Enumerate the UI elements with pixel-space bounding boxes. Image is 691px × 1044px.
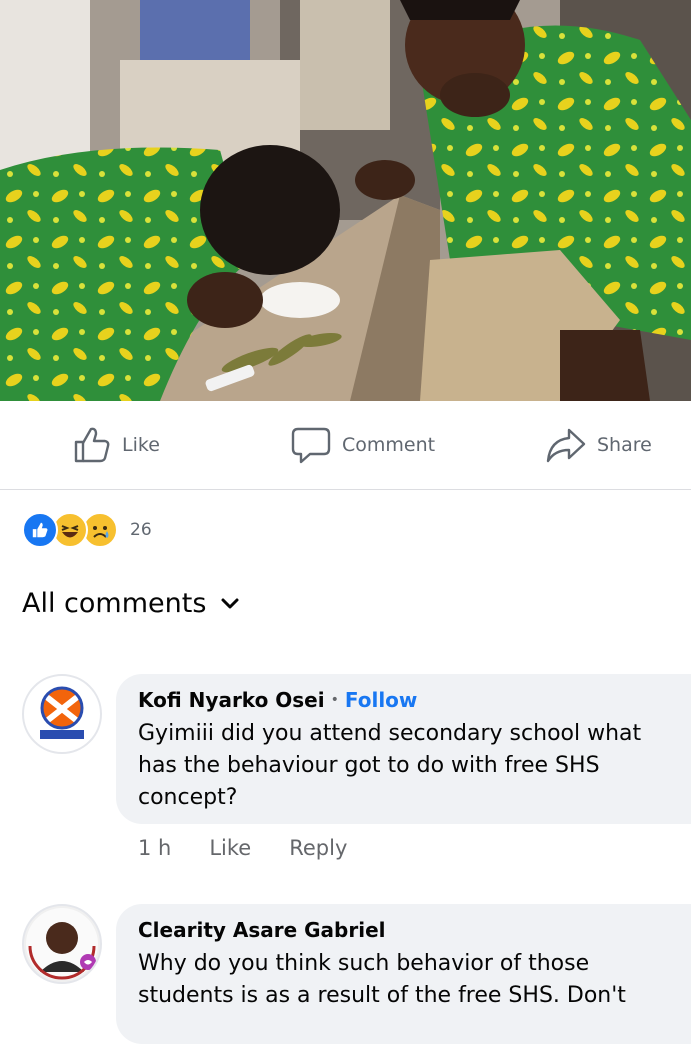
avatar[interactable] [22, 674, 102, 754]
avatar[interactable] [22, 904, 102, 984]
reaction-count: 26 [130, 520, 152, 540]
comment-meta: 1 h Like Reply [138, 836, 347, 860]
profile-photo-icon [26, 908, 98, 980]
share-button[interactable]: Share [545, 401, 652, 489]
comment-line: Why do you think such behavior of those [138, 951, 590, 976]
like-button[interactable]: Like [72, 401, 160, 489]
post-action-bar: Like Comment Share [0, 401, 691, 490]
name-separator: • [330, 692, 339, 708]
nyarko-tv-logo-icon [40, 686, 84, 739]
comment-bubble-icon [291, 427, 331, 464]
comments-filter-label: All comments [22, 588, 207, 619]
chevron-down-icon [221, 598, 239, 608]
comments-filter-dropdown[interactable]: All comments [22, 588, 240, 619]
comment-timestamp: 1 h [138, 836, 172, 860]
comment-bubble: Clearity Asare Gabriel Why do you think … [116, 904, 691, 1044]
comment-line: Gyimiii did you attend secondary school … [138, 721, 642, 746]
comment-bubble: Kofi Nyarko Osei • Follow Gyimiii did yo… [116, 674, 691, 824]
follow-button[interactable]: Follow [345, 688, 418, 712]
comment-line: students is as a result of the free SHS.… [138, 983, 626, 1008]
post-photo-illustration [0, 0, 691, 401]
comment-button[interactable]: Comment [290, 401, 435, 489]
comment-text: Why do you think such behavior of those … [138, 948, 691, 1012]
comment-label: Comment [342, 434, 436, 456]
reactions-summary[interactable]: 26 [22, 512, 152, 548]
share-label: Share [597, 434, 652, 456]
post-photo[interactable] [0, 0, 691, 401]
comment-text: Gyimiii did you attend secondary school … [138, 718, 691, 814]
comment-line: has the behaviour got to do with free SH… [138, 753, 600, 778]
share-arrow-icon [546, 428, 586, 463]
comment-author[interactable]: Clearity Asare Gabriel [138, 918, 386, 942]
comment-reply-button[interactable]: Reply [289, 836, 347, 860]
like-label: Like [122, 434, 160, 456]
thumbs-up-icon [74, 427, 110, 463]
comment-author[interactable]: Kofi Nyarko Osei [138, 688, 325, 712]
like-reaction-icon [22, 512, 58, 548]
comment-line: concept? [138, 785, 238, 810]
comment-like-button[interactable]: Like [209, 836, 251, 860]
